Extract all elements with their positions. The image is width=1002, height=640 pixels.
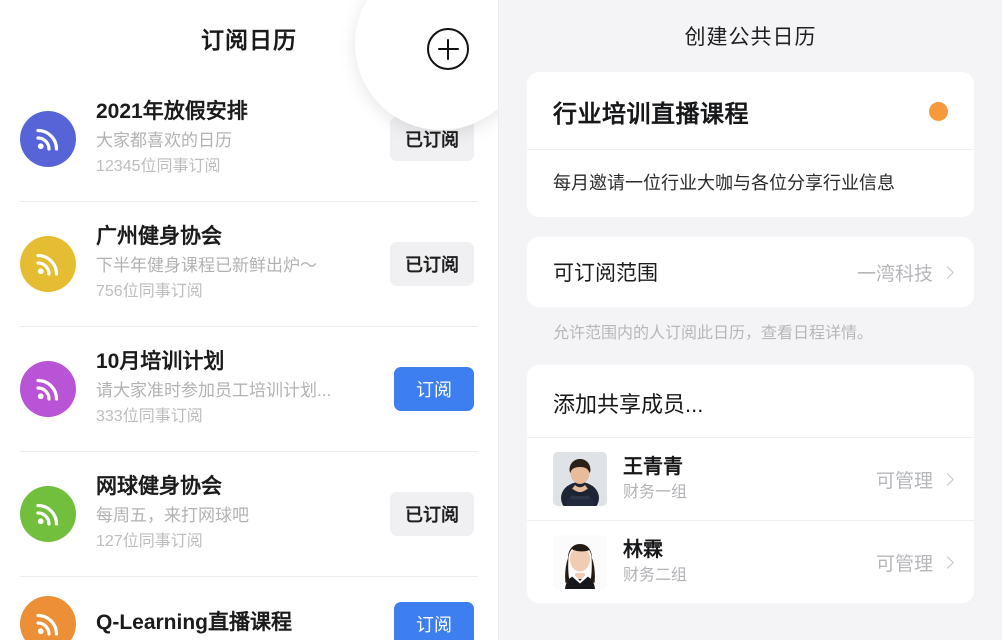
- list-item[interactable]: Q-Learning直播课程 订阅: [0, 576, 498, 640]
- members-card: 添加共享成员... 王青青 财务一组 可管理 林霖 财务二组 可管理: [527, 365, 974, 603]
- subscribe-button[interactable]: 已订阅: [390, 241, 474, 286]
- list-item-text: 10月培训计划 请大家准时参加员工培训计划... 333位同事订阅: [96, 348, 394, 429]
- member-info: 王青青 财务一组: [623, 455, 876, 504]
- rss-icon: [20, 595, 76, 640]
- page-title: 订阅日历: [201, 27, 297, 53]
- calendar-name: Q-Learning直播课程: [96, 611, 293, 635]
- member-role: 可管理: [875, 553, 933, 575]
- avatar: [553, 535, 607, 589]
- member-name: 林霖: [623, 538, 663, 561]
- scope-value-group: 一湾科技: [856, 259, 954, 286]
- list-item-text: 2021年放假安排 大家都喜欢的日历 12345位同事订阅: [96, 98, 390, 179]
- chevron-right-icon: [941, 265, 954, 279]
- list-item[interactable]: 网球健身协会 每周五，来打网球吧 127位同事订阅 已订阅: [0, 451, 498, 576]
- plus-icon-vertical: [446, 38, 450, 60]
- calendar-name: 广州健身协会: [96, 225, 222, 249]
- right-page-title: 创建公共日历: [684, 26, 817, 49]
- calendar-name: 网球健身协会: [96, 475, 222, 499]
- rss-icon: [20, 360, 76, 417]
- add-shared-member-input[interactable]: 添加共享成员...: [527, 365, 974, 438]
- calendar-name: 2021年放假安排: [96, 100, 248, 124]
- calendar-description-field[interactable]: 每月邀请一位行业大咖与各位分享行业信息: [527, 150, 974, 217]
- list-item-text: 广州健身协会 下半年健身课程已新鲜出炉～ 756位同事订阅: [96, 223, 390, 304]
- scope-row[interactable]: 可订阅范围 一湾科技: [527, 237, 974, 307]
- calendar-description: 大家都喜欢的日历: [96, 131, 232, 151]
- calendar-description: 下半年健身课程已新鲜出炉～: [96, 256, 317, 276]
- list-item[interactable]: 2021年放假安排 大家都喜欢的日历 12345位同事订阅 已订阅: [0, 76, 498, 201]
- calendar-color-dot[interactable]: [929, 102, 948, 121]
- subscribe-button[interactable]: 已订阅: [390, 116, 474, 161]
- scope-card: 可订阅范围 一湾科技: [527, 237, 974, 307]
- right-panel-header: 创建公共日历: [499, 0, 1002, 72]
- chevron-right-icon[interactable]: [941, 555, 954, 569]
- list-item[interactable]: 林霖 财务二组 可管理: [527, 520, 974, 603]
- scope-hint: 允许范围内的人订阅此日历，查看日程详情。: [553, 325, 874, 342]
- member-info: 林霖 财务二组: [623, 538, 876, 587]
- rss-icon: [20, 235, 76, 292]
- add-calendar-button[interactable]: [427, 28, 469, 70]
- scope-label: 可订阅范围: [553, 262, 658, 285]
- rss-icon: [20, 110, 76, 167]
- subscribe-button[interactable]: 订阅: [394, 366, 474, 411]
- scope-value: 一湾科技: [856, 263, 933, 285]
- left-panel-header: 订阅日历: [0, 0, 498, 76]
- subscriber-count: 127位同事订阅: [96, 532, 203, 550]
- calendar-name: 10月培训计划: [96, 350, 225, 374]
- member-department: 财务一组: [623, 483, 688, 501]
- avatar: [553, 452, 607, 506]
- member-name: 王青青: [623, 455, 683, 478]
- calendar-name-field[interactable]: 行业培训直播课程: [553, 94, 749, 129]
- subscriber-count: 756位同事订阅: [96, 282, 203, 300]
- chevron-right-icon[interactable]: [941, 472, 954, 486]
- list-item[interactable]: 广州健身协会 下半年健身课程已新鲜出炉～ 756位同事订阅 已订阅: [0, 201, 498, 326]
- calendar-name-row[interactable]: 行业培训直播课程: [527, 72, 974, 150]
- calendar-description: 请大家准时参加员工培训计划...: [96, 381, 332, 401]
- member-role: 可管理: [875, 470, 933, 492]
- subscribe-button[interactable]: 订阅: [394, 601, 474, 640]
- member-department: 财务二组: [623, 566, 688, 584]
- list-item[interactable]: 王青青 财务一组 可管理: [527, 438, 974, 520]
- rss-icon: [20, 485, 76, 542]
- calendar-list: 2021年放假安排 大家都喜欢的日历 12345位同事订阅 已订阅 广州健身协会: [0, 76, 498, 640]
- subscribe-calendar-panel: 订阅日历 2021年放假安排 大家都喜欢的日历 12345位同事订阅 已订阅 广…: [0, 0, 498, 640]
- calendar-info-card: 行业培训直播课程 每月邀请一位行业大咖与各位分享行业信息: [527, 72, 974, 217]
- list-item[interactable]: 10月培训计划 请大家准时参加员工培训计划... 333位同事订阅 订阅: [0, 326, 498, 451]
- create-public-calendar-panel: 创建公共日历 行业培训直播课程 每月邀请一位行业大咖与各位分享行业信息 可订阅范…: [498, 0, 1002, 640]
- app-root: 订阅日历 2021年放假安排 大家都喜欢的日历 12345位同事订阅 已订阅 广…: [0, 0, 1002, 640]
- subscriber-count: 333位同事订阅: [96, 407, 203, 425]
- list-item-text: 网球健身协会 每周五，来打网球吧 127位同事订阅: [96, 473, 390, 554]
- calendar-description: 每周五，来打网球吧: [96, 506, 249, 526]
- list-item-text: Q-Learning直播课程: [96, 609, 394, 637]
- subscriber-count: 12345位同事订阅: [96, 157, 221, 175]
- subscribe-button[interactable]: 已订阅: [390, 491, 474, 536]
